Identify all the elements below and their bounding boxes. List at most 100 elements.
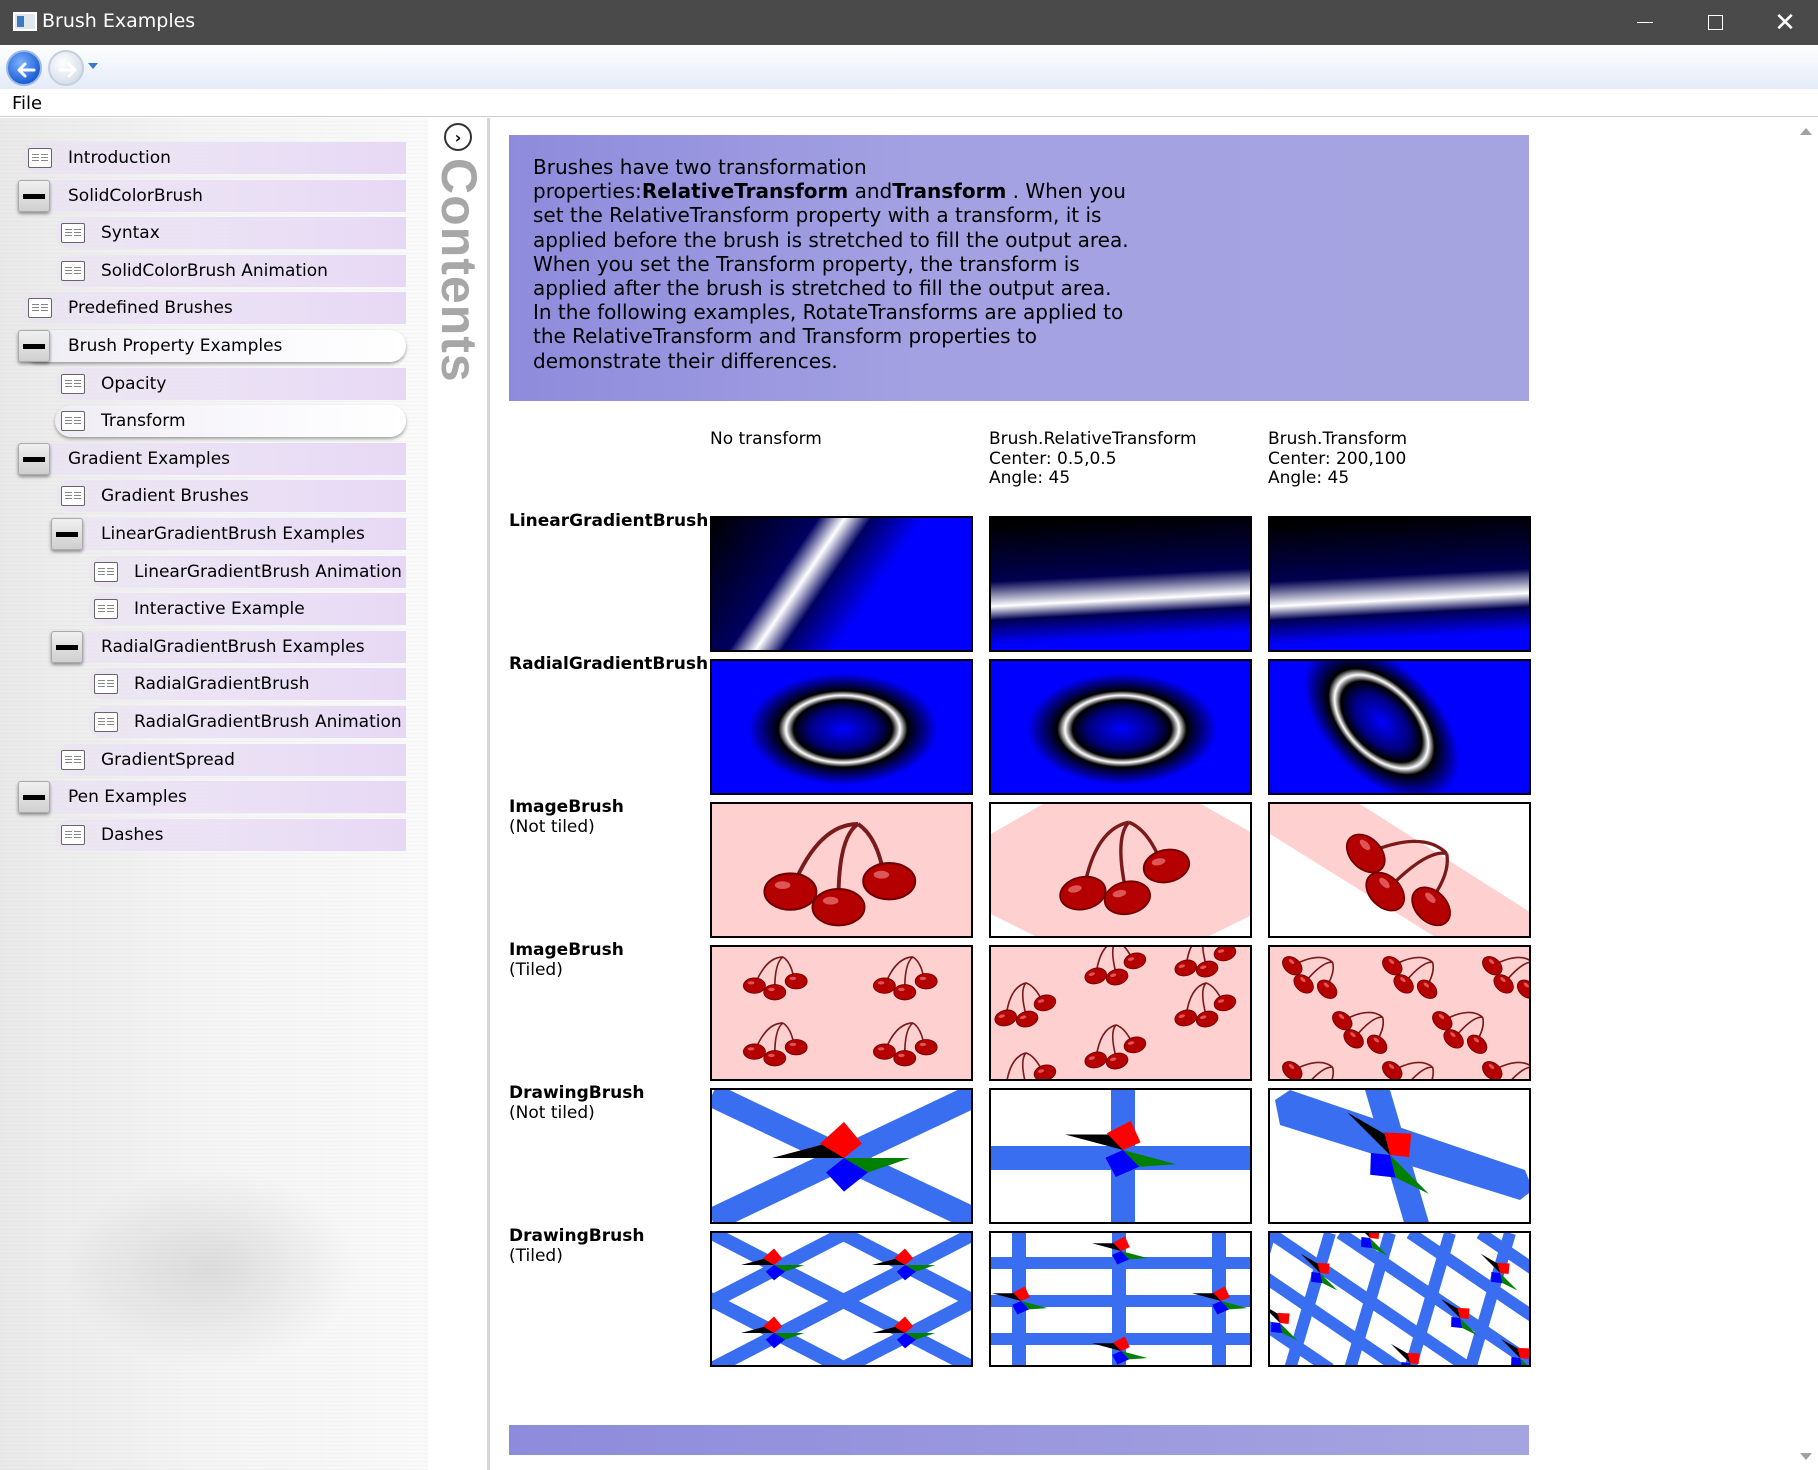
- scroll-up-icon[interactable]: [1800, 128, 1812, 135]
- maximize-button[interactable]: [1680, 0, 1750, 45]
- sidebar-item-label: Introduction: [68, 148, 171, 168]
- intro-box: Brushes have two transformation properti…: [509, 135, 1529, 401]
- row-title: ImageBrush: [509, 797, 624, 817]
- maximize-icon: [1707, 15, 1723, 30]
- intro-text: Brushes have two transformation properti…: [533, 155, 1133, 373]
- sidebar-item[interactable]: GradientSpread: [55, 743, 406, 776]
- row-label: ImageBrush (Not tiled): [509, 797, 624, 837]
- book-icon: [61, 824, 85, 845]
- sidebar-item[interactable]: Pen Examples: [18, 781, 406, 814]
- brush-sample-drawtile-none: [710, 1231, 973, 1367]
- contents-toggle-button[interactable]: ›: [444, 123, 472, 151]
- row-title: RadialGradientBrush: [509, 654, 709, 674]
- brush-sample-imgtile-none: [710, 945, 973, 1081]
- brush-sample-linear-none: [710, 516, 973, 652]
- sidebar-item-label: LinearGradientBrush Examples: [101, 524, 365, 544]
- row-label: RadialGradientBrush: [509, 654, 708, 674]
- book-icon: [61, 411, 85, 432]
- menu-bar: File: [0, 89, 1818, 117]
- intro-text-3: . When you set the RelativeTransform pro…: [533, 179, 1129, 373]
- sidebar-item-label: Predefined Brushes: [68, 298, 233, 319]
- brush-sample-graphic: [712, 1233, 971, 1365]
- minimize-icon: [1637, 22, 1653, 23]
- row-title: ImageBrush: [509, 940, 624, 960]
- sidebar-item-label: GradientSpread: [101, 749, 235, 770]
- row-subtitle: (Not tiled): [509, 817, 595, 837]
- sidebar-item[interactable]: RadialGradientBrush Examples: [51, 630, 406, 663]
- sidebar-item-label: RadialGradientBrush: [134, 674, 310, 695]
- sidebar-item[interactable]: Interactive Example: [88, 593, 406, 626]
- book-icon: [94, 561, 118, 582]
- history-dropdown-icon[interactable]: [88, 63, 98, 69]
- row-label: DrawingBrush (Tiled): [509, 1226, 644, 1266]
- scroll-down-icon[interactable]: [1800, 1453, 1812, 1460]
- row-label: DrawingBrush (Not tiled): [509, 1083, 644, 1123]
- window-title: Brush Examples: [42, 10, 196, 32]
- sidebar-item[interactable]: Dashes: [55, 818, 406, 851]
- row-title: DrawingBrush: [509, 1083, 645, 1103]
- collapse-icon[interactable]: [51, 518, 83, 550]
- menu-file[interactable]: File: [12, 93, 42, 114]
- sidebar-item[interactable]: LinearGradientBrush Examples: [51, 518, 406, 550]
- brush-sample-graphic: [991, 518, 1250, 650]
- back-arrow-icon: [17, 62, 36, 78]
- column-header-relative-transform: Brush.RelativeTransform Center: 0.5,0.5 …: [989, 429, 1197, 488]
- collapse-icon[interactable]: [51, 630, 83, 663]
- row-label: LinearGradientBrush: [509, 511, 708, 531]
- vertical-scrollbar[interactable]: [1794, 118, 1818, 1470]
- row-title: DrawingBrush: [509, 1226, 645, 1246]
- brush-sample-drawsingle-transform: [1268, 1088, 1531, 1224]
- brush-sample-drawtile-transform: [1268, 1231, 1531, 1367]
- brush-sample-drawsingle-relative: [989, 1088, 1252, 1224]
- row-subtitle: (Tiled): [509, 960, 563, 980]
- book-icon: [94, 712, 118, 732]
- collapse-icon[interactable]: [18, 442, 50, 475]
- brush-sample-imgtile-transform: [1268, 945, 1531, 1081]
- brush-sample-graphic: [1270, 661, 1529, 793]
- close-icon: ✕: [1774, 7, 1796, 38]
- brush-sample-graphic: [991, 804, 1250, 936]
- brush-sample-graphic: [712, 518, 971, 650]
- sidebar-item[interactable]: Opacity: [55, 367, 406, 400]
- column-header-no-transform: No transform: [710, 429, 822, 449]
- sidebar-item[interactable]: RadialGradientBrush Animation: [88, 706, 406, 738]
- sidebar-item-label: RadialGradientBrush Animation: [134, 712, 402, 732]
- book-icon: [28, 148, 52, 168]
- book-icon: [61, 223, 85, 244]
- row-subtitle: (Tiled): [509, 1246, 563, 1266]
- navigation-bar: [0, 45, 1818, 89]
- sidebar-item[interactable]: SolidColorBrush Animation: [55, 254, 406, 287]
- brush-sample-graphic: [991, 1233, 1250, 1365]
- sidebar-item[interactable]: LinearGradientBrush Animation: [88, 555, 406, 588]
- sidebar-item[interactable]: SolidColorBrush: [18, 179, 406, 212]
- brush-sample-drawsingle-none: [710, 1088, 973, 1224]
- sidebar-item[interactable]: Transform: [55, 405, 406, 438]
- sidebar-item-label: Dashes: [101, 824, 164, 845]
- brush-sample-drawtile-relative: [989, 1231, 1252, 1367]
- back-button[interactable]: [6, 50, 42, 86]
- collapse-icon[interactable]: [18, 179, 50, 212]
- sidebar-item-label: Brush Property Examples: [68, 336, 283, 356]
- collapse-icon[interactable]: [18, 330, 50, 362]
- forward-button[interactable]: [48, 50, 84, 86]
- sidebar-item[interactable]: RadialGradientBrush: [88, 668, 406, 701]
- brush-sample-graphic: [1270, 1233, 1529, 1365]
- sidebar-item[interactable]: Gradient Examples: [18, 442, 406, 475]
- sidebar-item[interactable]: Introduction: [22, 142, 406, 174]
- app-icon: [13, 12, 37, 31]
- sidebar-item[interactable]: Predefined Brushes: [22, 292, 406, 325]
- collapse-icon[interactable]: [18, 781, 50, 814]
- close-button[interactable]: ✕: [1750, 0, 1818, 45]
- main-content: Brushes have two transformation properti…: [493, 118, 1790, 1470]
- book-icon: [61, 260, 85, 281]
- title-bar: Brush Examples ✕: [0, 0, 1818, 45]
- brush-sample-graphic: [1270, 518, 1529, 650]
- sidebar-item[interactable]: Syntax: [55, 217, 406, 250]
- row-label: ImageBrush (Tiled): [509, 940, 624, 980]
- sidebar-item[interactable]: Brush Property Examples: [18, 330, 406, 362]
- brush-sample-graphic: [1270, 804, 1529, 936]
- sidebar-item-label: SolidColorBrush Animation: [101, 260, 328, 281]
- sidebar-item-label: SolidColorBrush: [68, 185, 203, 206]
- minimize-button[interactable]: [1610, 0, 1680, 45]
- sidebar-item[interactable]: Gradient Brushes: [55, 480, 406, 513]
